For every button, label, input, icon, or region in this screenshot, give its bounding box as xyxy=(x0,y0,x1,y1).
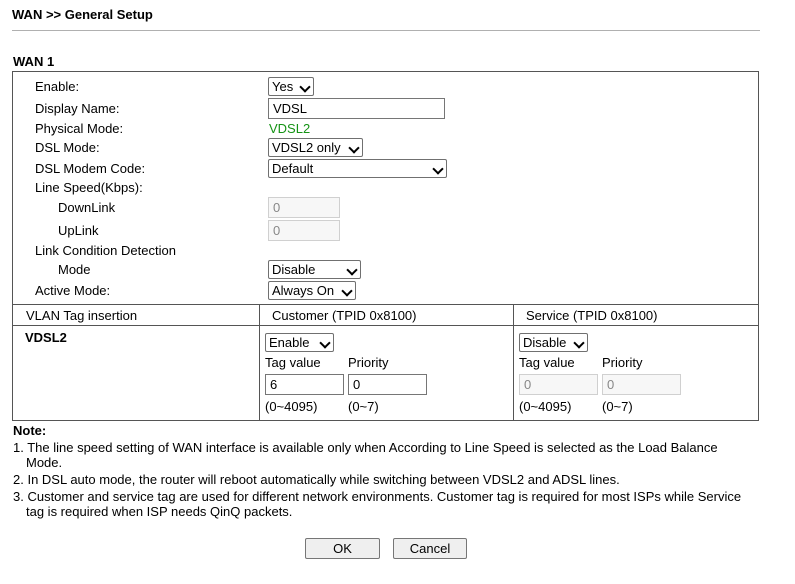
note-3-line-2: tag is required when ISP needs QinQ pack… xyxy=(26,504,293,519)
service-enable-select[interactable]: Disable xyxy=(519,333,588,352)
enable-label: Enable: xyxy=(35,79,80,94)
customer-priority-label: Priority xyxy=(348,355,389,370)
note-1-line-1: 1. The line speed setting of WAN interfa… xyxy=(13,440,718,455)
vlan-header-tag-insertion: VLAN Tag insertion xyxy=(26,308,138,323)
note-1-line-2: Mode. xyxy=(26,455,63,470)
display-name-input[interactable]: VDSL xyxy=(268,98,445,119)
vlan-table-header-border xyxy=(12,325,759,326)
vlan-table-top-border xyxy=(12,304,759,305)
downlink-input[interactable]: 0 xyxy=(268,197,340,218)
active-mode-select-value: Always On xyxy=(272,283,335,298)
chevron-down-icon xyxy=(341,285,353,297)
dsl-modem-code-select-value: Default xyxy=(272,161,314,176)
link-condition-mode-select[interactable]: Disable xyxy=(268,260,361,279)
dsl-mode-label: DSL Mode: xyxy=(35,140,100,155)
chevron-down-icon xyxy=(573,337,585,349)
service-priority-range: (0~7) xyxy=(602,399,633,414)
active-mode-label: Active Mode: xyxy=(35,283,111,298)
link-condition-mode-label: Mode xyxy=(58,262,91,277)
service-priority-input[interactable]: 0 xyxy=(602,374,681,395)
physical-mode-label: Physical Mode: xyxy=(35,121,124,136)
customer-priority-input[interactable]: 0 xyxy=(348,374,427,395)
uplink-input[interactable]: 0 xyxy=(268,220,340,241)
service-priority-label: Priority xyxy=(602,355,643,370)
service-enable-value: Disable xyxy=(523,335,567,350)
line-speed-label: Line Speed(Kbps): xyxy=(35,180,143,195)
customer-priority-range: (0~7) xyxy=(348,399,379,414)
dsl-modem-code-select[interactable]: Default xyxy=(268,159,447,178)
cancel-button[interactable]: Cancel xyxy=(393,538,467,559)
link-condition-label: Link Condition Detection xyxy=(35,243,176,258)
vlan-header-service: Service (TPID 0x8100) xyxy=(526,308,658,323)
chevron-down-icon xyxy=(299,81,311,93)
physical-mode-value: VDSL2 xyxy=(269,121,311,136)
note-3-line-1: 3. Customer and service tag are used for… xyxy=(13,489,742,504)
display-name-label: Display Name: xyxy=(35,101,120,116)
chevron-down-icon xyxy=(319,337,331,349)
customer-tag-range: (0~4095) xyxy=(265,399,318,414)
ok-button[interactable]: OK xyxy=(305,538,380,559)
downlink-label: DownLink xyxy=(58,200,116,215)
chevron-down-icon xyxy=(348,142,360,154)
service-tag-value-input[interactable]: 0 xyxy=(519,374,598,395)
service-tag-range: (0~4095) xyxy=(519,399,572,414)
enable-select[interactable]: Yes xyxy=(268,77,314,96)
dsl-mode-select[interactable]: VDSL2 only xyxy=(268,138,363,157)
vlan-table-divider-1 xyxy=(259,304,260,421)
customer-enable-value: Enable xyxy=(269,335,310,350)
chevron-down-icon xyxy=(432,163,444,175)
link-condition-mode-value: Disable xyxy=(272,262,316,277)
note-title: Note: xyxy=(13,423,47,438)
service-tag-value-label: Tag value xyxy=(519,355,575,370)
customer-tag-value-input[interactable]: 6 xyxy=(265,374,344,395)
page-title: WAN >> General Setup xyxy=(12,7,153,22)
chevron-down-icon xyxy=(346,264,358,276)
enable-select-value: Yes xyxy=(272,79,294,94)
title-divider xyxy=(12,30,760,31)
uplink-label: UpLink xyxy=(58,223,99,238)
dsl-mode-select-value: VDSL2 only xyxy=(272,140,341,155)
active-mode-select[interactable]: Always On xyxy=(268,281,356,300)
vlan-row-label: VDSL2 xyxy=(25,330,67,345)
vlan-header-customer: Customer (TPID 0x8100) xyxy=(272,308,417,323)
customer-tag-value-label: Tag value xyxy=(265,355,321,370)
customer-enable-select[interactable]: Enable xyxy=(265,333,334,352)
note-2: 2. In DSL auto mode, the router will reb… xyxy=(13,472,620,487)
vlan-table-divider-2 xyxy=(513,304,514,421)
section-title: WAN 1 xyxy=(13,54,55,69)
dsl-modem-code-label: DSL Modem Code: xyxy=(35,161,146,176)
